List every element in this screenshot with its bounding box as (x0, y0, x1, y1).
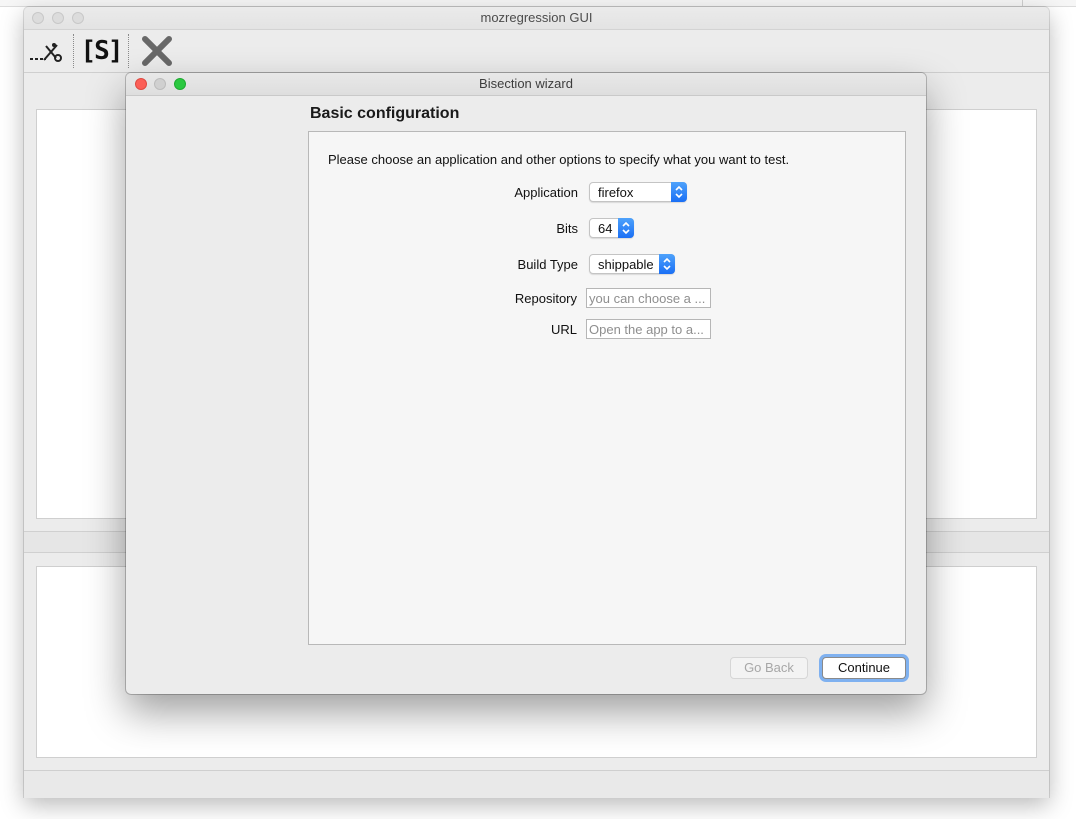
url-input[interactable] (586, 319, 711, 339)
select-arrows-icon (671, 182, 687, 202)
select-arrows-icon (618, 218, 634, 238)
build-type-label: Build Type (517, 257, 578, 272)
main-toolbar: [S] (24, 30, 1049, 73)
single-run-icon: [S] (80, 36, 124, 66)
status-bar (24, 770, 1049, 798)
background-window-strip (0, 0, 1076, 7)
dialog-titlebar: Bisection wizard (126, 73, 926, 96)
bits-select[interactable]: 64 (589, 218, 634, 238)
repository-input[interactable] (586, 288, 711, 308)
dialog-title: Bisection wizard (479, 76, 573, 91)
url-label: URL (550, 322, 577, 337)
intro-text: Please choose an application and other o… (328, 152, 790, 167)
configuration-panel: Please choose an application and other o… (308, 131, 906, 645)
repository-label: Repository (514, 291, 577, 306)
bits-label: Bits (556, 221, 578, 236)
bits-value: 64 (598, 221, 613, 236)
page-title: Basic configuration (310, 105, 460, 122)
stop-x-icon (142, 36, 172, 66)
background-window-edge (1022, 0, 1023, 6)
application-label: Application (514, 185, 578, 200)
select-arrows-icon (659, 254, 675, 274)
build-type-select[interactable]: shippable (589, 254, 675, 274)
toolbar-separator (73, 34, 74, 68)
stop-tool-button[interactable] (137, 33, 177, 69)
go-back-button[interactable]: Go Back (730, 657, 808, 679)
continue-button[interactable]: Continue (822, 657, 906, 679)
toolbar-separator (128, 34, 129, 68)
application-select[interactable]: firefox (589, 182, 687, 202)
scissors-icon (30, 43, 62, 62)
main-titlebar: mozregression GUI (24, 7, 1049, 30)
bisection-wizard-dialog: Bisection wizard Basic configuration Ple… (126, 73, 926, 694)
single-run-tool-button[interactable]: [S] (80, 33, 124, 69)
main-window-title: mozregression GUI (480, 10, 593, 25)
application-value: firefox (598, 185, 634, 200)
build-type-value: shippable (598, 257, 654, 272)
bisect-tool-button[interactable] (26, 33, 66, 69)
